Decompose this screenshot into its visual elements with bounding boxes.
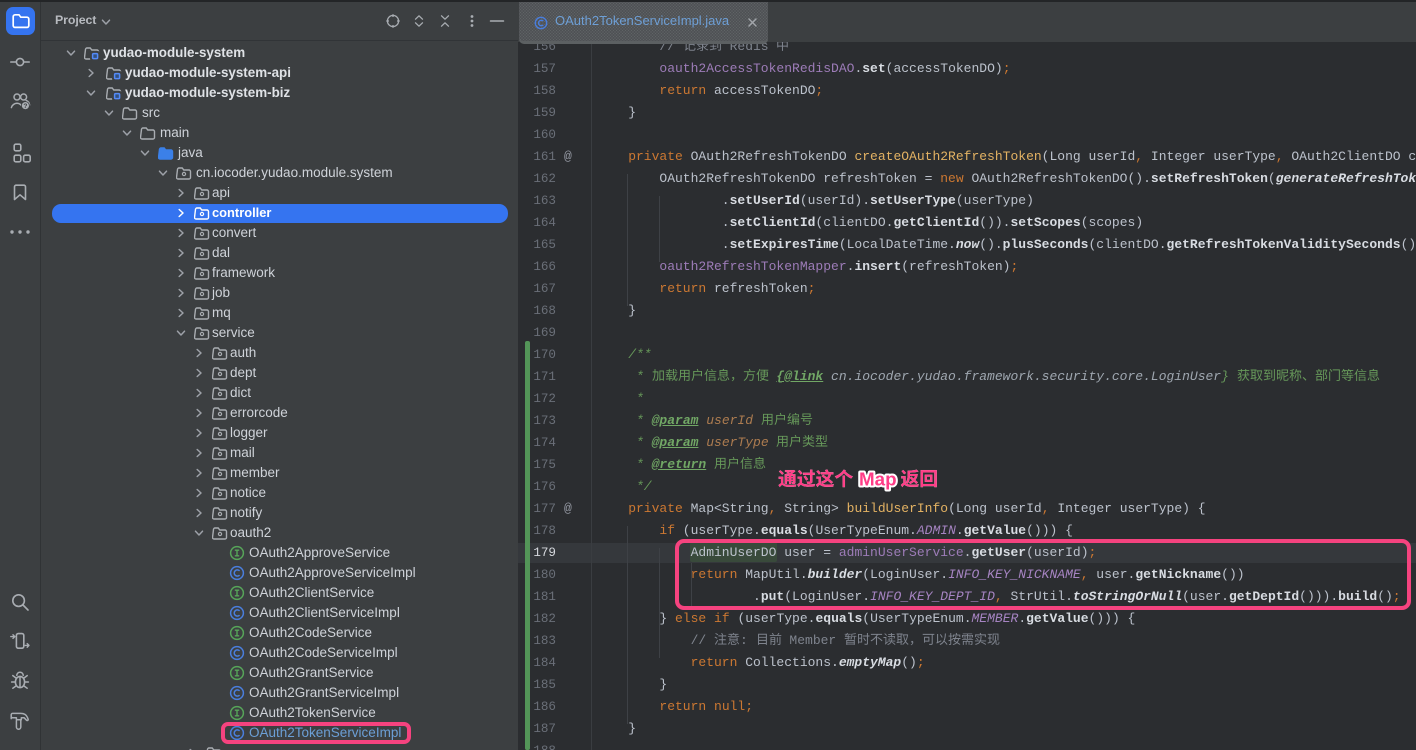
- svg-text:?: ?: [23, 103, 27, 110]
- svg-text:Map: Map: [859, 469, 897, 490]
